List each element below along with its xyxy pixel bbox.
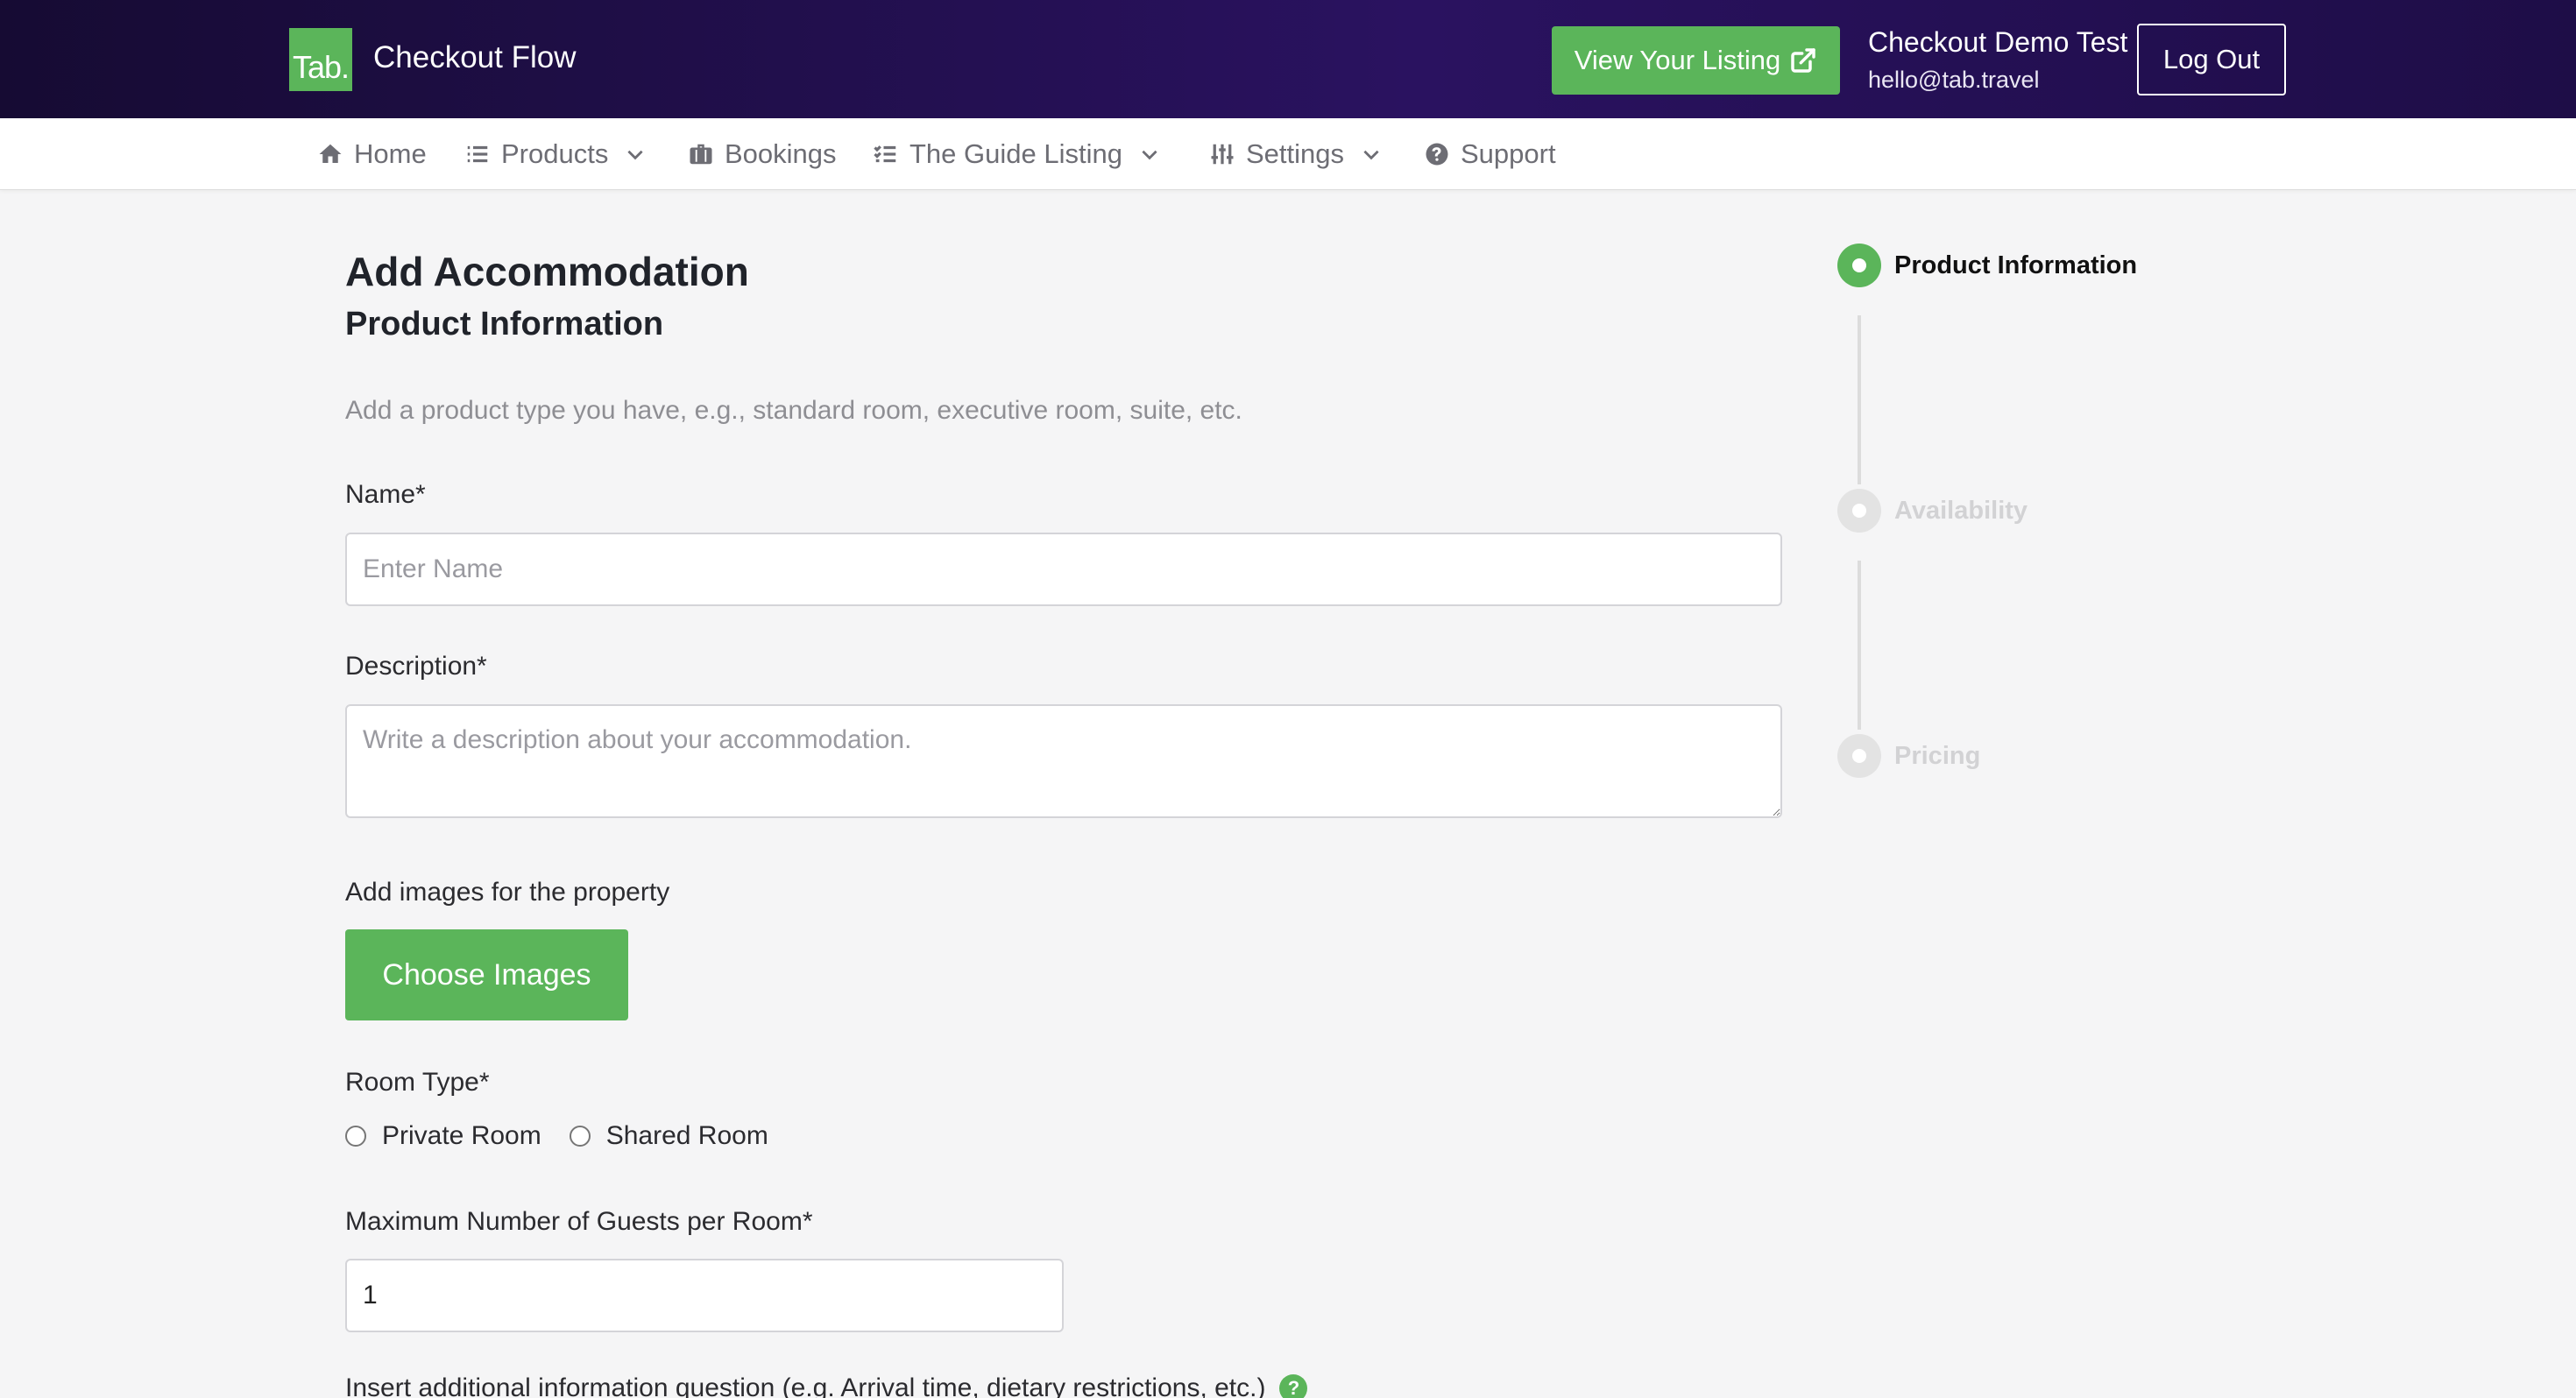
nav-item-label: Products (501, 138, 609, 169)
step-indicator-availability (1837, 489, 1881, 533)
chevron-down-icon (1142, 150, 1157, 160)
step-label-product-information[interactable]: Product Information (1894, 251, 2137, 280)
question-circle-icon (1426, 143, 1448, 166)
nav-item-label: Support (1461, 138, 1556, 169)
nav-item-label: Settings (1246, 138, 1345, 169)
nav-item-products[interactable]: Products (464, 118, 647, 190)
view-listing-label: View Your Listing (1574, 45, 1781, 75)
name-input[interactable] (345, 533, 1782, 606)
images-label: Add images for the property (345, 878, 670, 907)
additional-question-label: Insert additional information question (… (345, 1373, 1266, 1398)
view-listing-button[interactable]: View Your Listing (1552, 26, 1840, 95)
name-label: Name* (345, 480, 426, 509)
stepper-connector (1858, 315, 1861, 484)
chevron-down-icon (627, 150, 643, 160)
additional-question-row: Insert additional information question (… (345, 1373, 1308, 1398)
choose-images-button[interactable]: Choose Images (345, 929, 628, 1020)
nav-item-settings[interactable]: Settings (1209, 118, 1383, 190)
external-link-icon (1791, 48, 1815, 73)
shared-room-radio[interactable] (569, 1126, 591, 1147)
app-title: Checkout Flow (373, 40, 577, 74)
nav-item-label: The Guide Listing (909, 138, 1122, 169)
max-guests-label: Maximum Number of Guests per Room* (345, 1207, 813, 1236)
help-icon[interactable]: ? (1279, 1374, 1308, 1398)
nav-item-label: Home (354, 138, 427, 169)
step-label-pricing: Pricing (1894, 742, 1981, 770)
step-indicator-pricing (1837, 734, 1881, 778)
intro-text: Add a product type you have, e.g., stand… (345, 396, 1242, 425)
nav-item-label: Bookings (725, 138, 837, 169)
stepper-connector (1858, 561, 1861, 730)
room-type-radio-group: Private Room Shared Room (345, 1121, 796, 1151)
private-room-label[interactable]: Private Room (382, 1121, 541, 1151)
user-email: hello@tab.travel (1868, 67, 2040, 93)
private-room-radio[interactable] (345, 1126, 366, 1147)
nav-item-home[interactable]: Home (317, 118, 427, 190)
suitcase-icon (690, 144, 712, 165)
step-label-availability: Availability (1894, 497, 2028, 525)
home-icon (319, 144, 342, 163)
checklist-icon (874, 145, 896, 163)
description-label: Description* (345, 652, 487, 681)
room-type-label: Room Type* (345, 1068, 490, 1097)
page-title: Add Accommodation (345, 249, 749, 294)
user-name: Checkout Demo Test (1868, 26, 2128, 58)
step-indicator-product-information (1837, 244, 1881, 287)
nav-item-bookings[interactable]: Bookings (688, 118, 837, 190)
nav-item-support[interactable]: Support (1424, 118, 1556, 190)
main-nav: Home Products Bookings The Guide Listing… (0, 118, 2576, 190)
list-icon (467, 145, 488, 163)
shared-room-label[interactable]: Shared Room (606, 1121, 768, 1151)
description-textarea[interactable] (345, 704, 1782, 818)
logout-button[interactable]: Log Out (2137, 24, 2286, 95)
sliders-icon (1211, 144, 1234, 165)
section-title: Product Information (345, 306, 664, 342)
top-bar: Tab. Checkout Flow View Your Listing Che… (0, 0, 2576, 118)
max-guests-input[interactable] (345, 1259, 1064, 1332)
chevron-down-icon (1363, 150, 1379, 160)
nav-item-guide-listing[interactable]: The Guide Listing (873, 118, 1161, 190)
tab-logo[interactable]: Tab. (289, 28, 352, 91)
